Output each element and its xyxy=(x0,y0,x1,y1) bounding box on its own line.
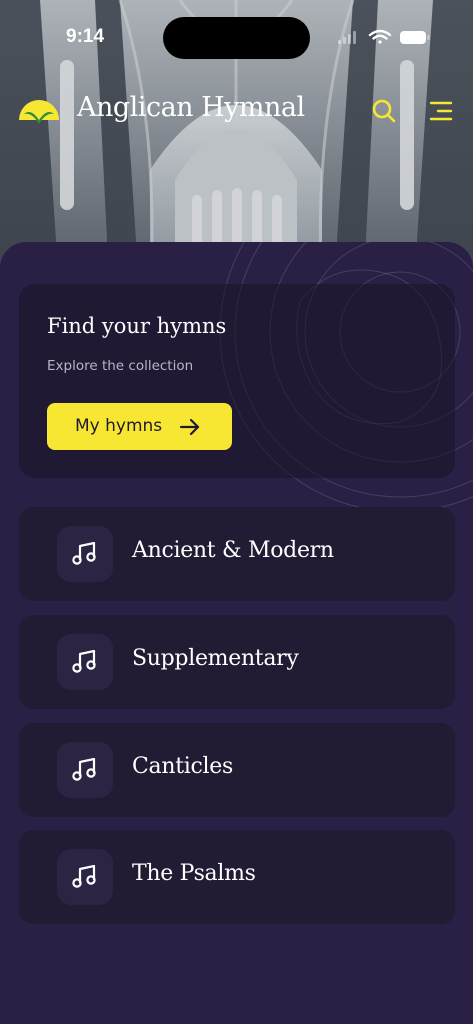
music-note-icon xyxy=(57,634,113,690)
status-bar: 9:14 xyxy=(0,0,473,70)
music-note-icon xyxy=(57,849,113,905)
collection-label: Canticles xyxy=(132,754,233,779)
app-header: Anglican Hymnal xyxy=(0,84,473,144)
battery-icon xyxy=(400,31,430,44)
status-icons xyxy=(338,28,438,53)
collection-item-canticles[interactable]: Canticles xyxy=(19,723,455,817)
collection-label: The Psalms xyxy=(132,861,256,886)
collection-item-supplementary[interactable]: Supplementary xyxy=(19,615,455,709)
search-button[interactable] xyxy=(371,98,397,124)
my-hymns-button[interactable]: My hymns xyxy=(47,403,232,450)
music-note-icon xyxy=(57,526,113,582)
status-time: 9:14 xyxy=(66,26,105,47)
card-subtitle: Explore the collection xyxy=(47,358,194,374)
my-hymns-button-label: My hymns xyxy=(75,416,163,436)
search-icon xyxy=(372,99,396,123)
collection-label: Ancient & Modern xyxy=(132,538,334,563)
card-title: Find your hymns xyxy=(47,314,227,338)
dynamic-island xyxy=(163,17,310,59)
app-title: Anglican Hymnal xyxy=(77,92,305,123)
arrow-right-icon xyxy=(179,418,200,436)
music-note-icon xyxy=(57,742,113,798)
menu-icon xyxy=(429,101,453,121)
sunrise-logo-icon xyxy=(18,90,60,132)
menu-button[interactable] xyxy=(428,98,454,124)
find-hymns-card: Find your hymns Explore the collection M… xyxy=(19,284,455,478)
collection-label: Supplementary xyxy=(132,646,299,671)
collection-item-psalms[interactable]: The Psalms xyxy=(19,830,455,924)
main-content: Find your hymns Explore the collection M… xyxy=(0,242,473,1024)
collection-item-ancient-modern[interactable]: Ancient & Modern xyxy=(19,507,455,601)
wifi-icon xyxy=(368,29,392,44)
signal-icon xyxy=(338,31,356,44)
